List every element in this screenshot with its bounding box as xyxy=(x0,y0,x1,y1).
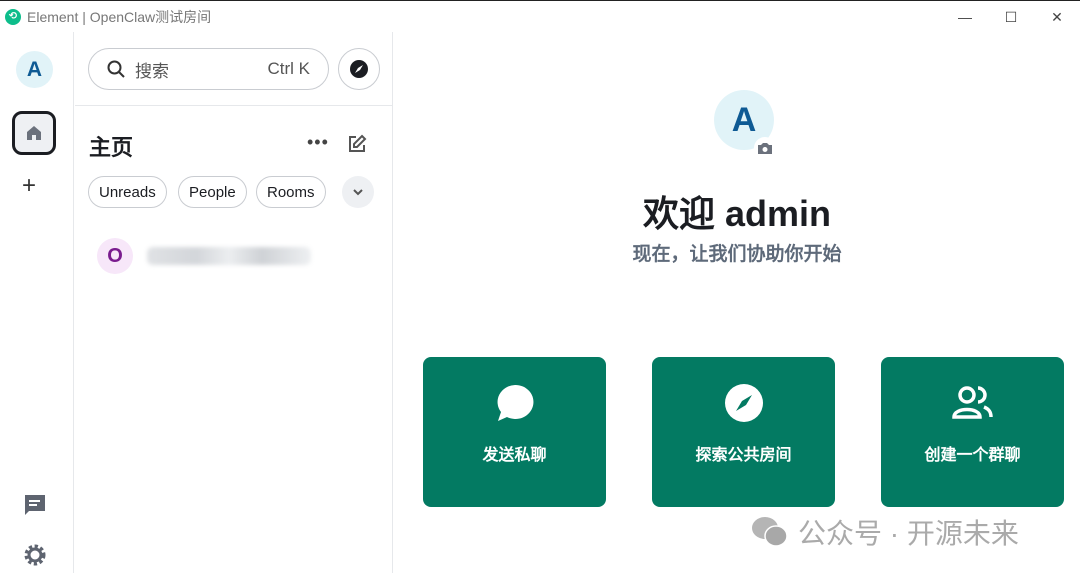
camera-icon xyxy=(758,143,772,154)
space-rail: A + xyxy=(0,32,74,573)
search-input[interactable]: 搜索 Ctrl K xyxy=(88,48,329,90)
divider xyxy=(75,105,393,106)
element-logo-icon: ⟲ xyxy=(5,8,21,25)
compose-button[interactable] xyxy=(347,134,367,159)
group-icon xyxy=(951,386,993,419)
home-page: A 欢迎 admin 现在，让我们协助你开始 发送私聊 探索公共房间 创建一个群… xyxy=(394,32,1080,573)
create-group-button[interactable]: 创建一个群聊 xyxy=(881,357,1064,507)
card-label: 探索公共房间 xyxy=(695,447,792,464)
filter-rooms[interactable]: Rooms xyxy=(256,176,326,208)
search-shortcut: Ctrl K xyxy=(267,59,311,78)
maximize-button[interactable]: ☐ xyxy=(988,1,1034,33)
chevron-down-icon xyxy=(353,189,363,196)
welcome-subtitle: 现在，让我们协助你开始 xyxy=(632,244,842,265)
compass-icon xyxy=(724,384,763,422)
search-icon xyxy=(107,60,125,78)
create-space-button[interactable]: + xyxy=(22,172,36,200)
wechat-icon xyxy=(752,517,788,547)
watermark: 公众号 · 开源未来 xyxy=(750,512,1019,552)
room-avatar: O xyxy=(97,238,133,274)
explore-public-rooms-button[interactable]: 探索公共房间 xyxy=(652,357,835,507)
home-button[interactable] xyxy=(12,111,56,155)
send-dm-button[interactable]: 发送私聊 xyxy=(423,357,606,507)
window-title: Element | OpenClaw测试房间 xyxy=(27,8,212,25)
edit-icon xyxy=(349,134,367,152)
watermark-text: 公众号 · 开源未来 xyxy=(798,518,1019,549)
more-filters-button[interactable] xyxy=(342,176,374,208)
home-icon xyxy=(27,126,41,140)
compass-icon xyxy=(350,60,368,78)
user-avatar[interactable]: A xyxy=(16,51,53,88)
list-heading: 主页 xyxy=(89,135,134,160)
change-avatar-button[interactable] xyxy=(754,137,776,159)
close-button[interactable]: ✕ xyxy=(1034,1,1080,33)
room-list-panel: 搜索 Ctrl K 主页 ••• Unreads People Rooms O xyxy=(75,32,393,573)
room-list-item[interactable]: O xyxy=(97,238,387,274)
explore-rooms-button[interactable] xyxy=(338,48,380,90)
filter-people[interactable]: People xyxy=(178,176,247,208)
room-name-redacted xyxy=(147,247,311,265)
welcome-title: 欢迎 admin xyxy=(642,193,832,234)
chat-bubble-icon xyxy=(497,384,533,421)
minimize-button[interactable]: — xyxy=(942,1,988,33)
card-label: 创建一个群聊 xyxy=(924,447,1021,464)
gear-icon xyxy=(24,544,46,566)
card-label: 发送私聊 xyxy=(482,447,547,464)
threads-icon xyxy=(25,495,45,515)
more-options-button[interactable]: ••• xyxy=(307,132,329,153)
title-bar: ⟲ Element | OpenClaw测试房间 — ☐ ✕ xyxy=(0,0,1080,32)
settings-button[interactable] xyxy=(22,542,48,568)
threads-button[interactable] xyxy=(22,492,48,518)
search-placeholder: 搜索 xyxy=(135,61,169,81)
filter-unreads[interactable]: Unreads xyxy=(88,176,167,208)
